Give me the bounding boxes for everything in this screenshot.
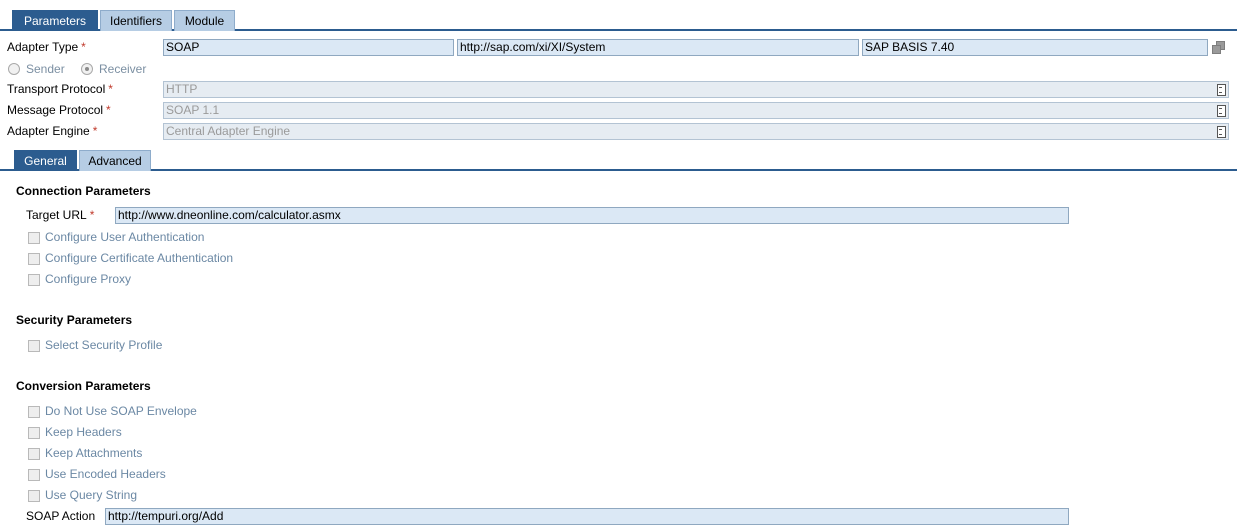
transport-protocol-label: Transport Protocol * (7, 82, 113, 96)
software-component-field[interactable]: SAP BASIS 7.40 (862, 39, 1208, 56)
copy-icon[interactable] (1212, 41, 1226, 55)
user-auth-checkbox[interactable] (28, 232, 40, 244)
adapter-type-label-text: Adapter Type (7, 40, 79, 54)
message-protocol-label: Message Protocol * (7, 103, 111, 117)
tab-advanced[interactable]: Advanced (79, 150, 151, 171)
security-profile-label: Select Security Profile (45, 338, 163, 352)
adapter-namespace-field[interactable]: http://sap.com/xi/XI/System (457, 39, 859, 56)
required-mark: * (92, 124, 98, 138)
cert-auth-checkbox[interactable] (28, 253, 40, 265)
required-mark: * (81, 40, 86, 54)
required-mark: * (89, 208, 95, 222)
security-profile-checkbox[interactable] (28, 340, 40, 352)
value-help-icon[interactable] (1216, 105, 1226, 117)
no-soap-envelope-label: Do Not Use SOAP Envelope (45, 404, 197, 418)
cert-auth-label: Configure Certificate Authentication (45, 251, 234, 265)
adapter-type-label: Adapter Type * (7, 40, 86, 54)
required-mark: * (106, 103, 111, 117)
proxy-label: Configure Proxy (45, 272, 132, 286)
query-string-label: Use Query String (45, 488, 138, 502)
sender-radio[interactable] (8, 63, 20, 75)
required-mark: * (108, 82, 113, 96)
tab-parameters[interactable]: Parameters (12, 10, 98, 31)
top-tabstrip: Parameters Identifiers Module (0, 10, 1237, 31)
keep-attachments-checkbox[interactable] (28, 448, 40, 460)
sub-tabstrip: General Advanced (0, 150, 1237, 171)
transport-protocol-field[interactable]: HTTP (163, 81, 1229, 98)
conversion-parameters-title: Conversion Parameters (16, 379, 151, 393)
value-help-icon[interactable] (1216, 84, 1226, 96)
proxy-checkbox[interactable] (28, 274, 40, 286)
tab-general[interactable]: General (14, 150, 77, 171)
message-protocol-field[interactable]: SOAP 1.1 (163, 102, 1229, 119)
tab-identifiers[interactable]: Identifiers (100, 10, 172, 31)
target-url-field[interactable]: http://www.dneonline.com/calculator.asmx (115, 207, 1069, 224)
value-help-icon[interactable] (1216, 126, 1226, 138)
connection-parameters-title: Connection Parameters (16, 184, 151, 198)
user-auth-label: Configure User Authentication (45, 230, 205, 244)
keep-headers-checkbox[interactable] (28, 427, 40, 439)
transport-protocol-label-text: Transport Protocol (7, 82, 106, 96)
adapter-engine-label-text: Adapter Engine (7, 124, 90, 138)
query-string-checkbox[interactable] (28, 490, 40, 502)
adapter-type-field[interactable]: SOAP (163, 39, 454, 56)
adapter-engine-label: Adapter Engine * (7, 124, 97, 138)
sender-radio-label: Sender (26, 62, 65, 76)
receiver-radio[interactable] (81, 63, 93, 75)
keep-headers-label: Keep Headers (45, 425, 122, 439)
message-protocol-label-text: Message Protocol (7, 103, 104, 117)
encoded-headers-checkbox[interactable] (28, 469, 40, 481)
soap-action-field[interactable]: http://tempuri.org/Add (105, 508, 1069, 525)
keep-attachments-label: Keep Attachments (45, 446, 143, 460)
adapter-engine-field[interactable]: Central Adapter Engine (163, 123, 1229, 140)
encoded-headers-label: Use Encoded Headers (45, 467, 166, 481)
soap-action-label: SOAP Action (26, 509, 96, 523)
receiver-radio-label: Receiver (99, 62, 147, 76)
no-soap-envelope-checkbox[interactable] (28, 406, 40, 418)
tab-module[interactable]: Module (174, 10, 235, 31)
target-url-label-text: Target URL (26, 208, 87, 222)
security-parameters-title: Security Parameters (16, 313, 133, 327)
target-url-label: Target URL * (26, 208, 94, 222)
